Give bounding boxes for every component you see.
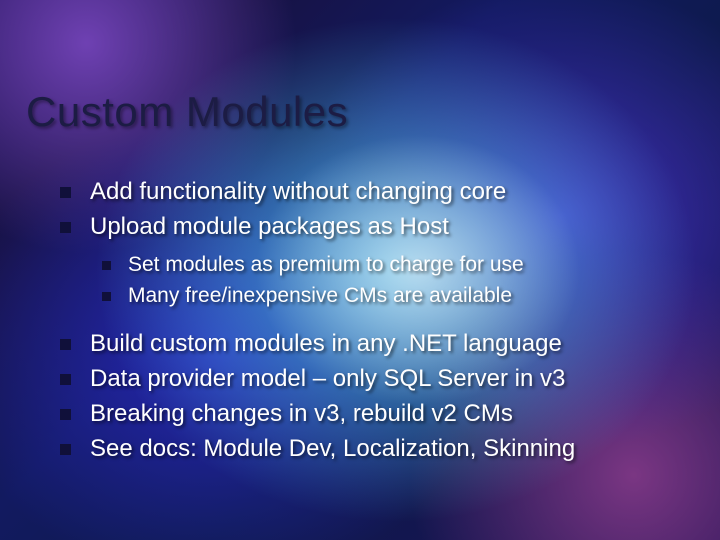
sub-bullet-list: Set modules as premium to charge for use… xyxy=(102,250,690,311)
sub-bullet-item: Many free/inexpensive CMs are available xyxy=(102,281,690,311)
sub-bullet-item: Set modules as premium to charge for use xyxy=(102,250,690,280)
bullet-item: See docs: Module Dev, Localization, Skin… xyxy=(60,432,690,466)
bullet-item: Add functionality without changing core xyxy=(60,175,690,209)
bullet-item: Upload module packages as Host xyxy=(60,210,690,244)
slide: Custom Modules Add functionality without… xyxy=(0,0,720,540)
slide-title: Custom Modules xyxy=(26,88,348,136)
bullet-item: Data provider model – only SQL Server in… xyxy=(60,362,690,396)
bullet-list: Add functionality without changing core … xyxy=(60,175,690,244)
bullet-list: Build custom modules in any .NET languag… xyxy=(60,327,690,466)
slide-content: Add functionality without changing core … xyxy=(60,175,690,467)
bullet-item: Build custom modules in any .NET languag… xyxy=(60,327,690,361)
bullet-item: Breaking changes in v3, rebuild v2 CMs xyxy=(60,397,690,431)
